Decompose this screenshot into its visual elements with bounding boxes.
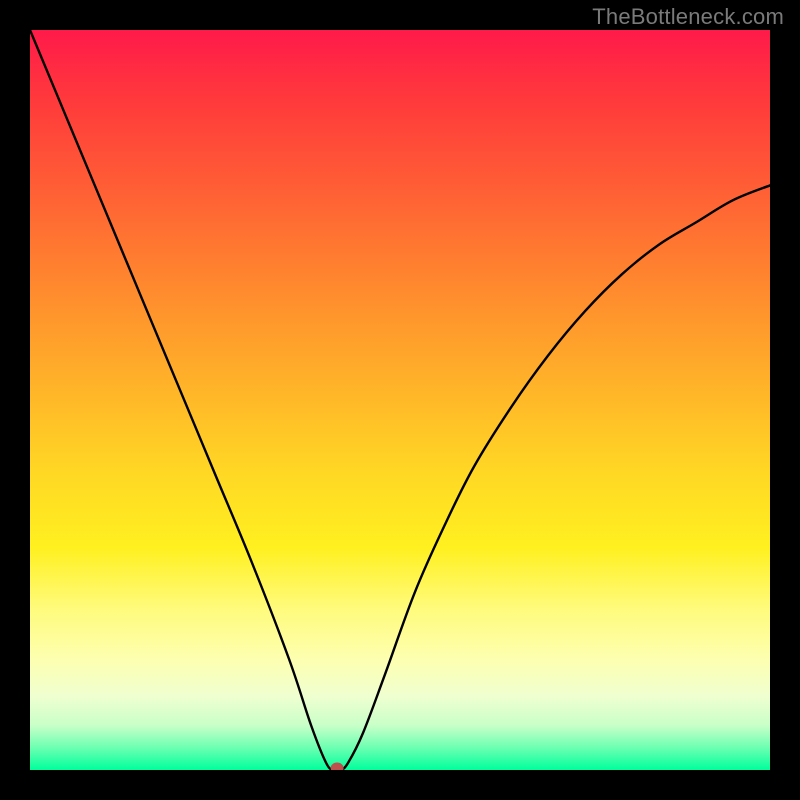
minimum-marker: [331, 763, 343, 770]
bottleneck-curve: [30, 30, 770, 770]
plot-area: [30, 30, 770, 770]
watermark-text: TheBottleneck.com: [592, 4, 784, 30]
curve-svg: [30, 30, 770, 770]
chart-container: TheBottleneck.com: [0, 0, 800, 800]
